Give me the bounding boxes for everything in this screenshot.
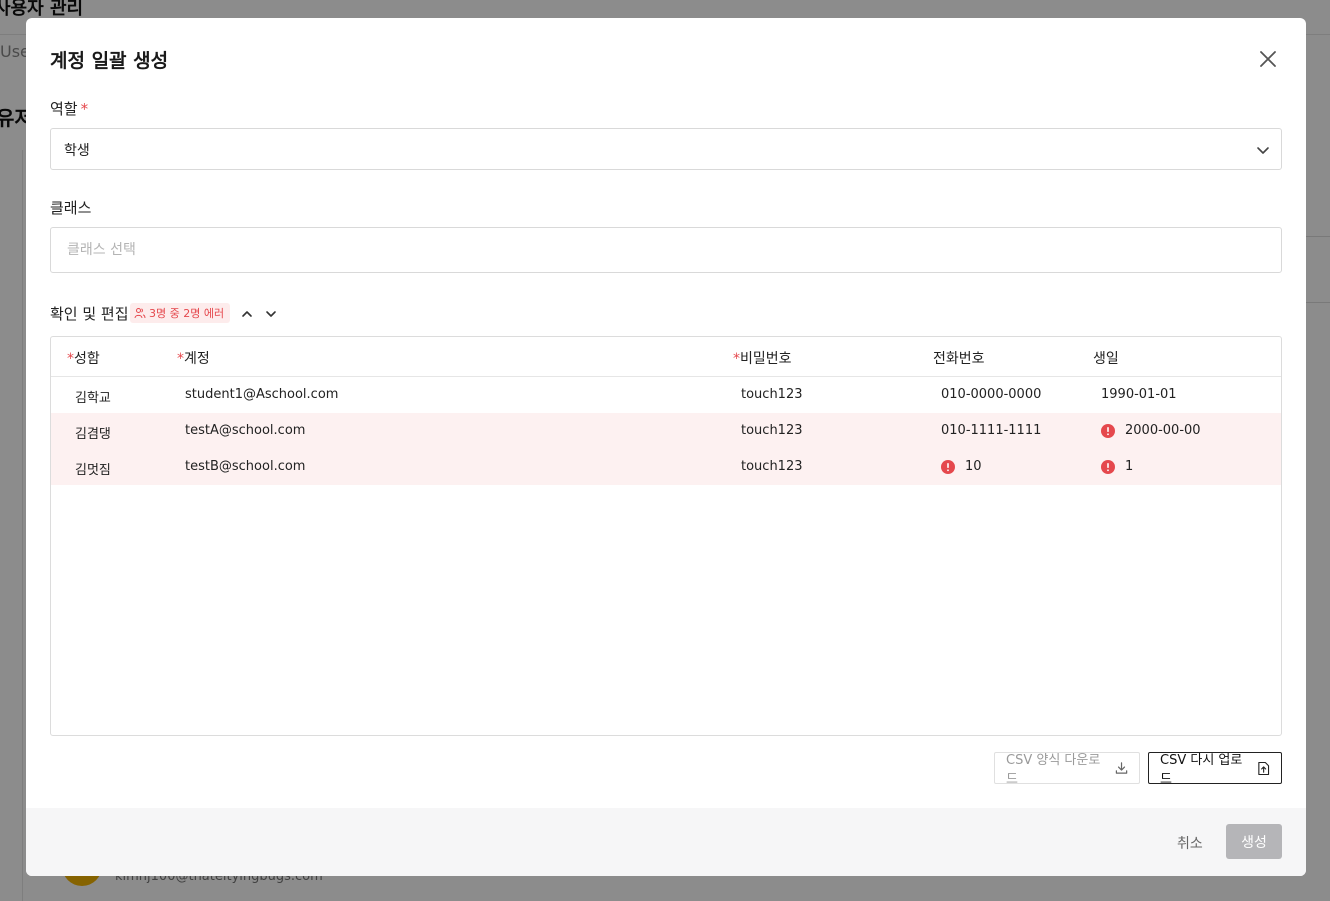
role-select-value: 학생: [64, 143, 90, 159]
modal-footer: 취소 생성: [26, 808, 1306, 876]
error-alert-icon: [941, 459, 955, 474]
file-upload-icon: [1258, 761, 1270, 775]
cell-phone[interactable]: 010-0000-0000: [941, 387, 1041, 402]
cell-name[interactable]: 김겸댕: [75, 423, 111, 442]
cell-password[interactable]: touch123: [741, 459, 803, 474]
chevron-down-icon: [1257, 147, 1269, 154]
cell-birthday-error[interactable]: 1: [1101, 459, 1133, 474]
column-header-account: *계정: [177, 351, 210, 367]
column-header-birthday: 생일: [1093, 351, 1119, 367]
error-alert-icon: [1101, 459, 1115, 474]
close-icon[interactable]: [1257, 48, 1279, 70]
cell-password[interactable]: touch123: [741, 387, 803, 402]
previous-error-chevron-up-icon[interactable]: [239, 306, 255, 322]
error-count-badge: 3명 중 2명 에러: [130, 303, 231, 323]
role-label: 역할 *: [50, 100, 89, 118]
required-mark: *: [80, 100, 89, 118]
error-badge-text: 3명 중 2명 에러: [149, 307, 225, 320]
cell-account[interactable]: testB@school.com: [185, 459, 305, 474]
role-select[interactable]: 학생: [50, 128, 1282, 170]
cell-name[interactable]: 김멋짐: [75, 459, 111, 478]
cell-birthday-error[interactable]: 2000-00-00: [1101, 423, 1201, 438]
column-header-phone: 전화번호: [933, 351, 985, 367]
column-header-password: *비밀번호: [733, 351, 792, 367]
modal-title: 계정 일괄 생성: [50, 50, 169, 72]
create-button[interactable]: 생성: [1226, 824, 1282, 859]
csv-reupload-button[interactable]: CSV 다시 업로드: [1148, 752, 1282, 787]
next-error-chevron-down-icon[interactable]: [263, 306, 279, 322]
cell-phone[interactable]: 010-1111-1111: [941, 423, 1041, 438]
cell-password[interactable]: touch123: [741, 423, 803, 438]
cell-name[interactable]: 김학교: [75, 387, 111, 406]
download-button-label: CSV 양식 다운로드: [1006, 753, 1101, 787]
bulk-create-modal: 계정 일괄 생성 역할* 학생 클래스 확인 및 편집 3명 중 2명 에러 *…: [26, 18, 1306, 876]
column-header-name: *성함: [67, 351, 100, 367]
cell-phone-error[interactable]: 10: [941, 459, 982, 474]
accounts-table: *성함 *계정 *비밀번호 전화번호 생일 김학교 student1@Ascho…: [50, 336, 1282, 736]
cancel-button[interactable]: 취소: [1177, 833, 1203, 853]
review-section-label: 확인 및 편집: [50, 305, 129, 323]
upload-button-label: CSV 다시 업로드: [1160, 753, 1243, 787]
class-label: 클래스: [50, 199, 92, 217]
cell-birthday[interactable]: 1990-01-01: [1101, 387, 1177, 402]
table-row[interactable]: 김학교 student1@Aschool.com touch123 010-00…: [51, 377, 1281, 413]
error-alert-icon: [1101, 423, 1115, 438]
csv-template-download-button[interactable]: CSV 양식 다운로드: [994, 752, 1140, 787]
table-row-error[interactable]: 김겸댕 testA@school.com touch123 010-1111-1…: [51, 413, 1281, 449]
class-select-input[interactable]: [50, 227, 1282, 273]
cell-account[interactable]: testA@school.com: [185, 423, 305, 438]
download-icon: [1115, 762, 1128, 774]
table-row-error[interactable]: 김멋짐 testB@school.com touch123 10 1: [51, 449, 1281, 485]
users-icon: [134, 308, 146, 319]
table-header: *성함 *계정 *비밀번호 전화번호 생일: [51, 337, 1281, 377]
cell-account[interactable]: student1@Aschool.com: [185, 387, 338, 402]
